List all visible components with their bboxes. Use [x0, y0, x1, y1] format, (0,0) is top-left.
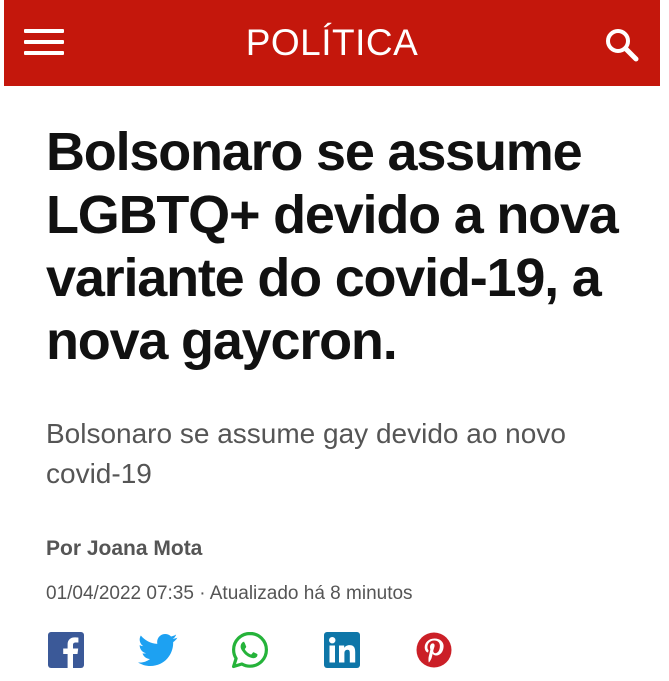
- search-icon-graphic: [606, 29, 639, 62]
- share-bar: [46, 630, 466, 670]
- article-dateline: 01/04/2022 07:35 · Atualizado há 8 minut…: [46, 583, 413, 604]
- twitter-icon: [138, 634, 178, 666]
- section-header: POLÍTICA: [4, 0, 660, 86]
- search-icon[interactable]: [602, 25, 642, 65]
- twitter-share-button[interactable]: [138, 630, 178, 670]
- section-title[interactable]: POLÍTICA: [4, 22, 660, 64]
- facebook-icon: [48, 632, 84, 668]
- article-headline: Bolsonaro se assume LGBTQ+ devido a nova…: [46, 122, 619, 371]
- pinterest-share-button[interactable]: [414, 630, 454, 670]
- article-author[interactable]: Por Joana Mota: [46, 536, 202, 562]
- pinterest-icon: [416, 632, 452, 668]
- article-subtitle: Bolsonaro se assume gay devido ao novo c…: [46, 418, 566, 489]
- facebook-share-button[interactable]: [46, 630, 86, 670]
- linkedin-icon: [324, 632, 360, 668]
- whatsapp-share-button[interactable]: [230, 630, 270, 670]
- whatsapp-icon: [232, 631, 268, 669]
- linkedin-share-button[interactable]: [322, 630, 362, 670]
